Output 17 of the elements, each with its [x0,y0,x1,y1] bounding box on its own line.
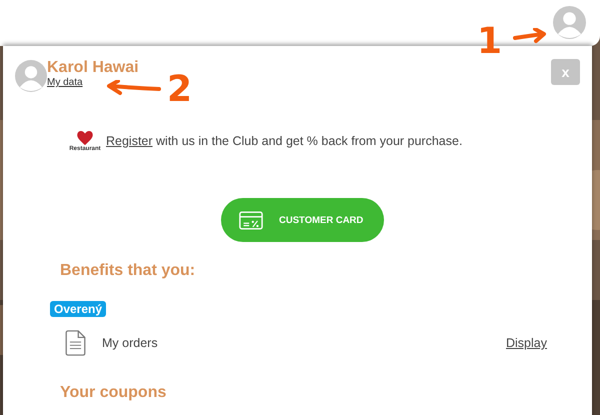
display-link[interactable]: Display [506,336,547,350]
status-badge: Overený [50,301,106,317]
orders-label: My orders [102,336,158,350]
annotation-arrow [513,28,547,44]
register-link[interactable]: Register [106,134,153,148]
section-title: Your coupons [60,384,168,402]
annotation-number: 1 [477,24,502,60]
my-data-link[interactable]: My data [47,77,83,88]
avatar-icon[interactable] [553,6,586,39]
section-title: Benefits that you: [60,262,196,280]
annotation-number: 2 [167,72,192,108]
avatar-icon [15,60,47,92]
user-name: Karol Hawai [47,59,139,77]
document-icon [65,330,86,356]
annotation-arrow [106,80,162,96]
club-message: Register with us in the Club and get % back from your purchase. [106,134,462,148]
card-icon [239,210,263,230]
